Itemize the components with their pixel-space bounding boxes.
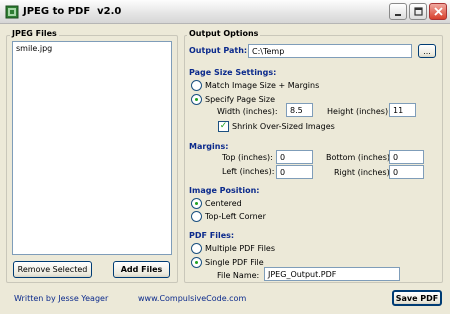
window-title: JPEG to PDF v2.0 — [23, 6, 122, 17]
maximize-icon — [413, 7, 423, 16]
match-image-size-label: Match Image Size + Margins — [205, 81, 320, 90]
pdf-files-heading: PDF Files: — [189, 231, 235, 240]
output-path-field[interactable]: C:\Temp — [248, 44, 412, 58]
list-item[interactable]: smile.jpg — [13, 42, 171, 55]
output-path-label: Output Path: — [189, 46, 248, 55]
single-pdf-radio[interactable] — [191, 257, 202, 268]
remove-selected-button[interactable]: Remove Selected — [13, 261, 92, 278]
output-options-label: Output Options — [187, 29, 261, 38]
centered-radio[interactable] — [191, 198, 202, 209]
right-margin-field[interactable]: 0 — [389, 165, 424, 179]
author-credit: Written by Jesse Yeager — [14, 294, 109, 303]
minimize-button[interactable] — [389, 3, 407, 20]
top-left-corner-label: Top-Left Corner — [205, 212, 266, 221]
single-pdf-label: Single PDF File — [205, 258, 264, 267]
centered-label: Centered — [205, 199, 242, 208]
specify-page-size-radio[interactable] — [191, 94, 202, 105]
top-margin-label: Top (inches): — [222, 153, 273, 162]
multiple-pdf-radio[interactable] — [191, 243, 202, 254]
image-position-heading: Image Position: — [189, 186, 260, 195]
multiple-pdf-label: Multiple PDF Files — [205, 244, 276, 253]
website-link[interactable]: www.CompulsiveCode.com — [138, 294, 246, 303]
match-image-size-radio[interactable] — [191, 80, 202, 91]
left-margin-label: Left (inches): — [222, 167, 275, 176]
specify-page-size-label: Specify Page Size — [205, 95, 275, 104]
add-files-button[interactable]: Add Files — [113, 261, 170, 278]
top-margin-field[interactable]: 0 — [276, 150, 313, 164]
minimize-icon — [395, 13, 401, 16]
bottom-margin-field[interactable]: 0 — [389, 150, 424, 164]
left-margin-field[interactable]: 0 — [276, 165, 313, 179]
jpeg-files-label: JPEG Files — [10, 29, 59, 38]
close-icon — [433, 7, 443, 16]
title-bar[interactable]: JPEG to PDF v2.0 — [0, 0, 450, 24]
app-icon — [5, 5, 19, 19]
top-left-corner-radio[interactable] — [191, 211, 202, 222]
shrink-images-label: Shrink Over-Sized Images — [232, 122, 335, 131]
width-field[interactable]: 8.5 — [286, 103, 313, 117]
page-size-heading: Page Size Settings: — [189, 68, 277, 77]
bottom-margin-label: Bottom (inches): — [326, 153, 393, 162]
right-margin-label: Right (inches): — [334, 168, 393, 177]
shrink-images-checkbox[interactable]: ✓ — [218, 121, 229, 132]
file-name-field[interactable]: JPEG_Output.PDF — [264, 267, 400, 281]
height-label: Height (inches): — [327, 107, 391, 116]
margins-heading: Margins: — [189, 142, 229, 151]
close-button[interactable] — [429, 3, 447, 20]
height-field[interactable]: 11 — [389, 103, 416, 117]
file-name-label: File Name: — [217, 271, 260, 280]
save-pdf-button[interactable]: Save PDF — [392, 290, 442, 306]
jpeg-file-list[interactable]: smile.jpg — [12, 41, 172, 255]
width-label: Width (inches): — [217, 107, 278, 116]
browse-button[interactable]: ... — [418, 44, 436, 58]
maximize-button[interactable] — [409, 3, 427, 20]
